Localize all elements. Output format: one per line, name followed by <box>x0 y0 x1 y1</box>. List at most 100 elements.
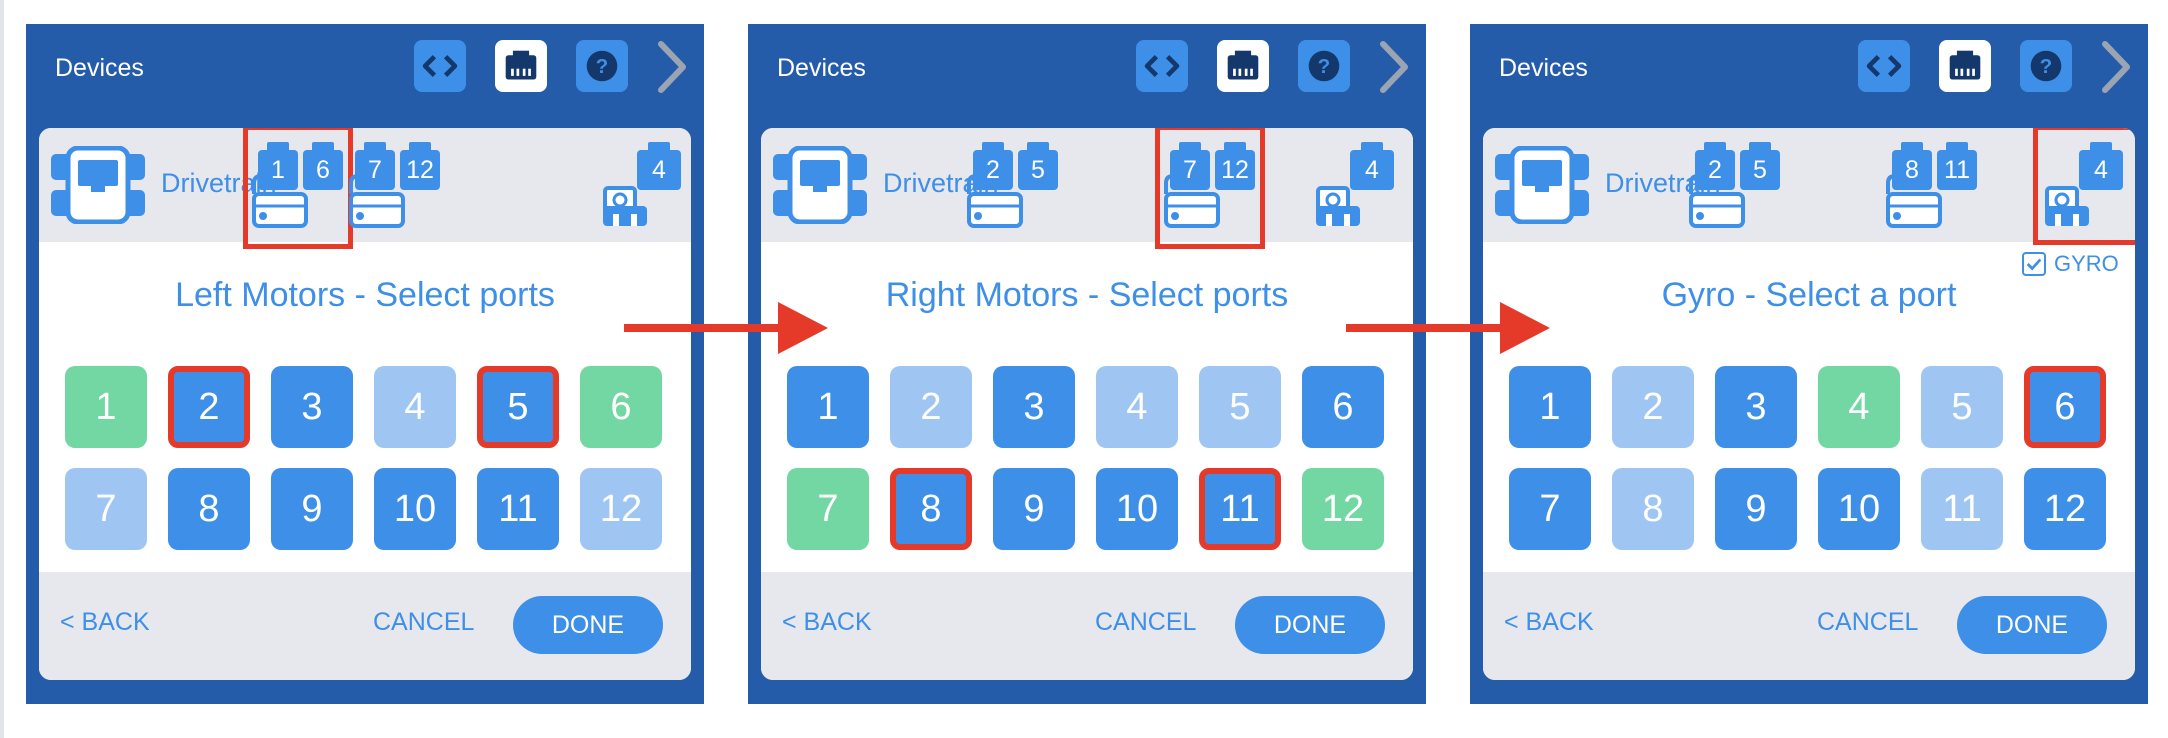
port-chip: 12 <box>400 142 440 190</box>
devices-icon[interactable] <box>1217 40 1269 92</box>
port-button[interactable]: 12 <box>2024 468 2106 550</box>
port-button[interactable]: 3 <box>1715 366 1797 448</box>
done-button[interactable]: DONE <box>513 596 663 654</box>
port-button: 12 <box>580 468 662 550</box>
chevron-right-icon[interactable] <box>2097 38 2135 96</box>
select-port-prompt: Gyro - Select a port <box>1661 276 1957 314</box>
port-button: 2 <box>1612 366 1694 448</box>
port-chip: 12 <box>1215 142 1255 190</box>
port-button[interactable]: 9 <box>271 468 353 550</box>
port-chip: 5 <box>1740 142 1780 190</box>
cancel-button[interactable]: CANCEL <box>1095 608 1196 637</box>
cancel-button[interactable]: CANCEL <box>373 608 474 637</box>
port-chip: 7 <box>355 142 395 190</box>
port-button: 4 <box>374 366 456 448</box>
port-button[interactable]: 6 <box>1302 366 1384 448</box>
select-port-prompt: Right Motors - Select ports <box>885 276 1289 314</box>
config-card: Drivetrain 1 6 7 12 4 Left Motors - Select por… <box>39 128 691 680</box>
port-button[interactable]: 2 <box>168 366 250 448</box>
panel-header: Devices? <box>1470 24 2148 112</box>
port-button[interactable]: 3 <box>271 366 353 448</box>
motor-group-icon[interactable]: 25 <box>1688 142 1780 228</box>
port-button[interactable]: 5 <box>477 366 559 448</box>
done-button[interactable]: DONE <box>1957 596 2107 654</box>
port-button[interactable]: 9 <box>993 468 1075 550</box>
port-button[interactable]: 11 <box>1199 468 1281 550</box>
port-button[interactable]: 6 <box>580 366 662 448</box>
port-chip: 7 <box>1170 142 1210 190</box>
back-button[interactable]: < BACK <box>1504 608 1594 637</box>
config-card: Drivetrain 2 5 8 11 4 GYRO Gyro - Select a port… <box>1483 128 2135 680</box>
port-button[interactable]: 9 <box>1715 468 1797 550</box>
port-button[interactable]: 8 <box>890 468 972 550</box>
gyro-device-icon[interactable]: 4 <box>601 142 687 228</box>
chevron-right-icon[interactable] <box>653 38 691 96</box>
port-button[interactable]: 12 <box>1302 468 1384 550</box>
help-icon[interactable]: ? <box>2020 40 2072 92</box>
panel-title: Devices <box>1499 54 1588 82</box>
motor-group-icon[interactable]: 25 <box>966 142 1058 228</box>
port-button[interactable]: 10 <box>374 468 456 550</box>
port-chip: 2 <box>973 142 1013 190</box>
port-button: 5 <box>1199 366 1281 448</box>
help-icon[interactable]: ? <box>1298 40 1350 92</box>
port-chip: 4 <box>2079 142 2123 190</box>
drivetrain-icon[interactable] <box>51 145 145 225</box>
port-button[interactable]: 8 <box>168 468 250 550</box>
device-row: Drivetrain 2 5 8 11 4 <box>1483 128 2135 245</box>
back-button[interactable]: < BACK <box>782 608 872 637</box>
device-row: Drivetrain 1 6 7 12 4 <box>39 128 691 249</box>
checkbox-checked-icon <box>2022 252 2046 276</box>
port-button: 7 <box>65 468 147 550</box>
svg-text:?: ? <box>596 55 609 78</box>
port-chip: 5 <box>1018 142 1058 190</box>
drivetrain-icon[interactable] <box>773 145 867 225</box>
done-button[interactable]: DONE <box>1235 596 1385 654</box>
gyro-checkbox-label: GYRO <box>2054 251 2119 276</box>
motor-group-icon[interactable]: 7 12 <box>1163 142 1255 228</box>
port-button[interactable]: 11 <box>477 468 559 550</box>
port-button[interactable]: 1 <box>65 366 147 448</box>
back-button[interactable]: < BACK <box>60 608 150 637</box>
port-chip: 1 <box>258 142 298 190</box>
port-button: 5 <box>1921 366 2003 448</box>
motor-group-icon[interactable]: 16 <box>251 142 343 228</box>
port-button: 8 <box>1612 468 1694 550</box>
drivetrain-icon[interactable] <box>1495 145 1589 225</box>
port-chip: 8 <box>1892 142 1932 190</box>
motor-group-icon[interactable]: 7 12 <box>348 142 440 228</box>
devices-icon[interactable] <box>1939 40 1991 92</box>
panel-footer: < BACK CANCEL DONE <box>39 572 691 680</box>
cancel-button[interactable]: CANCEL <box>1817 608 1918 637</box>
svg-text:?: ? <box>1318 55 1331 78</box>
port-chip: 2 <box>1695 142 1735 190</box>
port-button[interactable]: 7 <box>1509 468 1591 550</box>
port-button[interactable]: 1 <box>787 366 869 448</box>
code-icon[interactable] <box>414 40 466 92</box>
panel-title: Devices <box>55 54 144 82</box>
gyro-device-icon[interactable]: 4 <box>1314 142 1400 228</box>
gyro-device-icon[interactable]: 4 <box>2043 142 2129 228</box>
motor-group-icon[interactable]: 8 11 <box>1885 142 1977 228</box>
right-arrow <box>1346 302 1550 354</box>
port-button[interactable]: 4 <box>1818 366 1900 448</box>
left-edge-divider <box>0 0 4 738</box>
device-config-panel: Devices? Drivetrain 1 6 7 12 4 Left Motors - Se… <box>26 24 704 704</box>
devices-icon[interactable] <box>495 40 547 92</box>
port-button[interactable]: 7 <box>787 468 869 550</box>
panel-title: Devices <box>777 54 866 82</box>
gyro-icon <box>1314 186 1362 228</box>
port-button[interactable]: 6 <box>2024 366 2106 448</box>
device-config-panel: Devices? Drivetrain 2 5 8 11 4 GYRO Gyro - Selec… <box>1470 24 2148 704</box>
svg-text:?: ? <box>2040 55 2053 78</box>
chevron-right-icon[interactable] <box>1375 38 1413 96</box>
port-button: 2 <box>890 366 972 448</box>
gyro-icon <box>601 186 649 228</box>
port-button[interactable]: 10 <box>1818 468 1900 550</box>
code-icon[interactable] <box>1136 40 1188 92</box>
port-button[interactable]: 3 <box>993 366 1075 448</box>
help-icon[interactable]: ? <box>576 40 628 92</box>
port-button[interactable]: 10 <box>1096 468 1178 550</box>
code-icon[interactable] <box>1858 40 1910 92</box>
port-button[interactable]: 1 <box>1509 366 1591 448</box>
